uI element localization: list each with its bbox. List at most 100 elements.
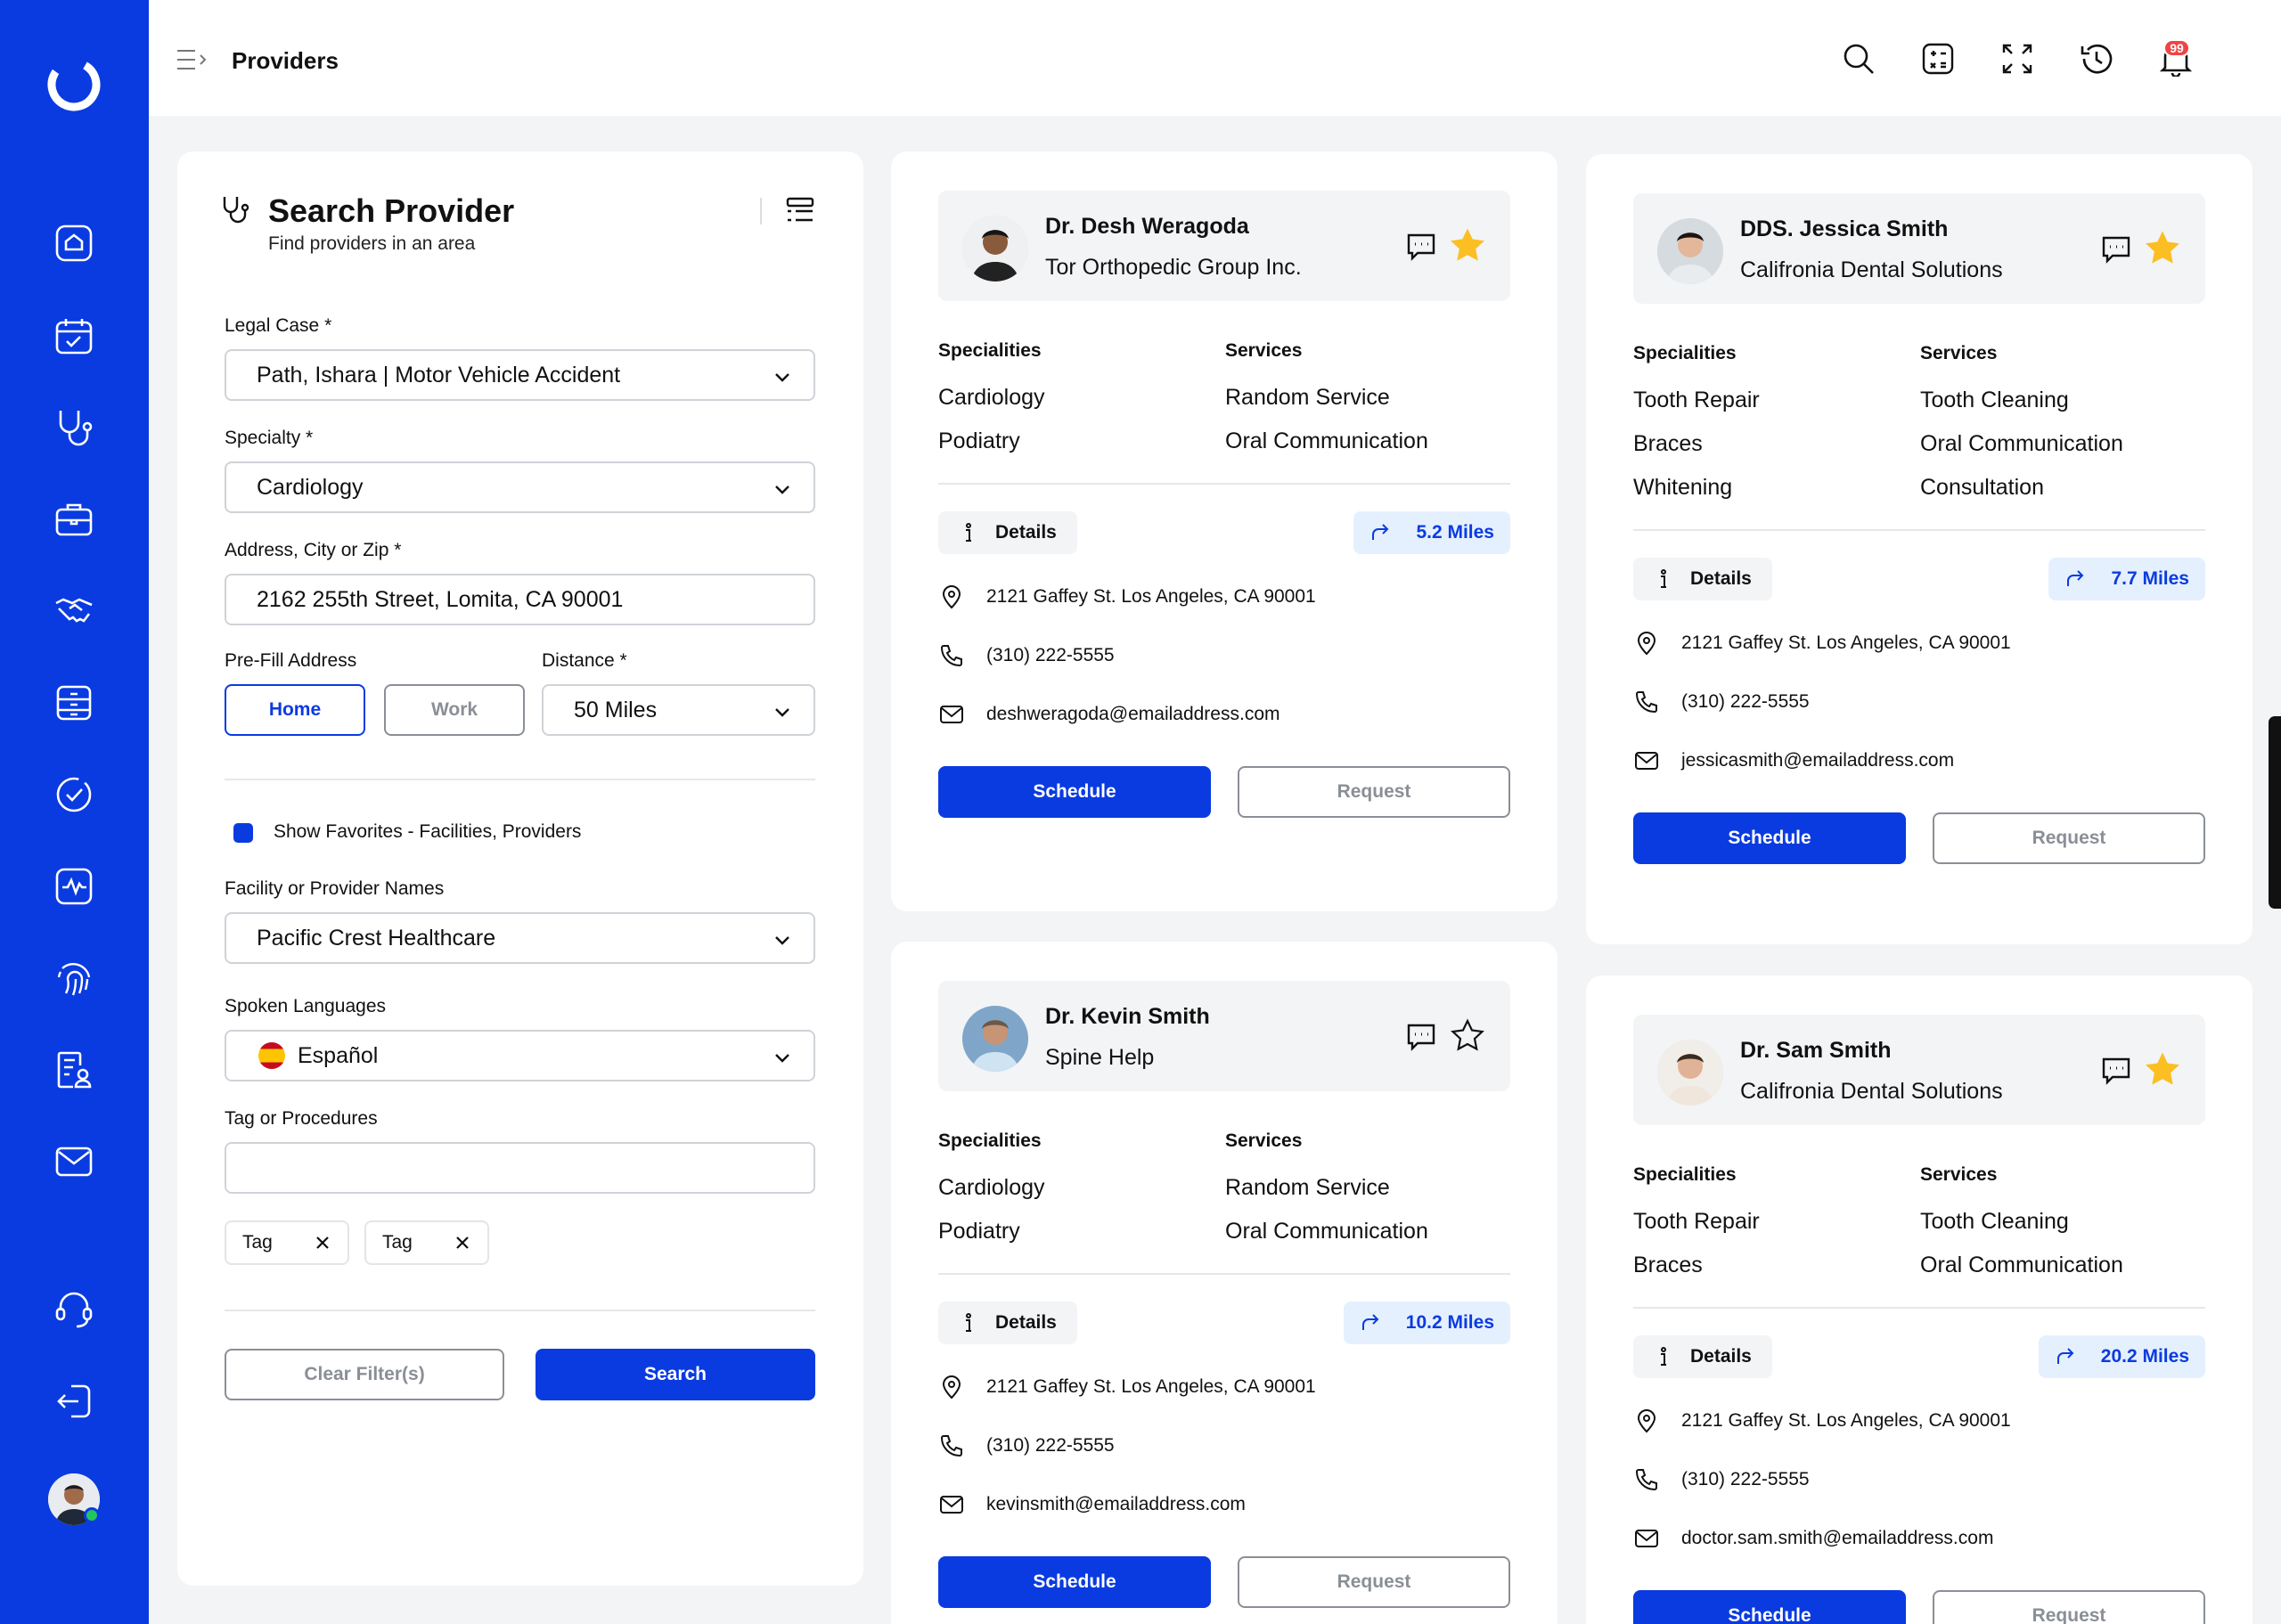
scrollbar-thumb[interactable] bbox=[2269, 716, 2281, 909]
speciality-item: Braces bbox=[1633, 431, 1703, 456]
service-item: Tooth Cleaning bbox=[1920, 388, 2069, 412]
tag-chip: Tag bbox=[364, 1220, 489, 1265]
phone-row: (310) 222-5555 bbox=[938, 640, 1115, 672]
languages-label: Spoken Languages bbox=[225, 996, 386, 1016]
phone-icon bbox=[1635, 1469, 1657, 1491]
close-icon[interactable] bbox=[455, 1236, 470, 1250]
distance-badge[interactable]: 5.2 Miles bbox=[1353, 511, 1510, 554]
service-item: Oral Communication bbox=[1225, 428, 1428, 453]
provider-organization: Califronia Dental Solutions bbox=[1740, 257, 2003, 282]
divider bbox=[938, 1273, 1510, 1275]
close-icon[interactable] bbox=[315, 1236, 330, 1250]
nav-document-user-icon[interactable] bbox=[52, 1048, 96, 1092]
favorites-checkbox[interactable] bbox=[233, 823, 253, 843]
facility-select[interactable]: Pacific Crest Healthcare bbox=[225, 912, 815, 964]
nav-headset-icon[interactable] bbox=[52, 1287, 96, 1332]
nav-home-icon[interactable] bbox=[52, 221, 96, 265]
distance-badge[interactable]: 7.7 Miles bbox=[2048, 558, 2205, 600]
service-item: Tooth Cleaning bbox=[1920, 1209, 2069, 1234]
details-button[interactable]: Details bbox=[938, 511, 1077, 554]
nav-logout-icon[interactable] bbox=[52, 1379, 96, 1424]
app-logo[interactable] bbox=[45, 55, 103, 114]
details-button[interactable]: Details bbox=[1633, 558, 1772, 600]
phone-text: (310) 222-5555 bbox=[1681, 691, 1810, 712]
request-button[interactable]: Request bbox=[1933, 812, 2205, 864]
request-button[interactable]: Request bbox=[1238, 766, 1510, 818]
nav-activity-icon[interactable] bbox=[52, 864, 96, 909]
star-icon[interactable] bbox=[1451, 1018, 1484, 1052]
clear-filters-button[interactable]: Clear Filter(s) bbox=[225, 1349, 504, 1400]
service-item: Oral Communication bbox=[1920, 1253, 2123, 1277]
provider-photo bbox=[1657, 1040, 1723, 1106]
provider-header: Dr. Kevin Smith Spine Help bbox=[938, 981, 1510, 1091]
divider bbox=[938, 483, 1510, 485]
service-item: Consultation bbox=[1920, 475, 2044, 500]
menu-toggle-icon[interactable] bbox=[176, 46, 208, 73]
nav-archive-icon[interactable] bbox=[52, 681, 96, 725]
services-heading: Services bbox=[1225, 340, 1303, 361]
nav-handshake-icon[interactable] bbox=[52, 589, 96, 633]
address-value: 2162 255th Street, Lomita, CA 90001 bbox=[257, 586, 624, 612]
directions-icon bbox=[2067, 570, 2084, 586]
schedule-button[interactable]: Schedule bbox=[1633, 812, 1906, 864]
legal-case-select[interactable]: Path, Ishara | Motor Vehicle Accident bbox=[225, 349, 815, 401]
email-text: kevinsmith@emailaddress.com bbox=[986, 1494, 1246, 1514]
nav-fingerprint-icon[interactable] bbox=[52, 956, 96, 1000]
chat-icon[interactable] bbox=[1405, 230, 1437, 262]
info-icon bbox=[1661, 1347, 1666, 1366]
star-icon[interactable] bbox=[1451, 228, 1484, 262]
star-icon[interactable] bbox=[2146, 1052, 2179, 1086]
chat-icon[interactable] bbox=[2100, 233, 2132, 265]
specialities-heading: Specialities bbox=[1633, 343, 1737, 363]
details-button[interactable]: Details bbox=[938, 1302, 1077, 1344]
calculator-icon[interactable] bbox=[1918, 39, 1958, 78]
work-address-button[interactable]: Work bbox=[384, 684, 525, 736]
location-pin-icon bbox=[1637, 632, 1656, 656]
nav-check-circle-icon[interactable] bbox=[52, 772, 96, 817]
distance-value: 10.2 Miles bbox=[1405, 1312, 1494, 1333]
chat-icon[interactable] bbox=[1405, 1020, 1437, 1052]
request-button[interactable]: Request bbox=[1238, 1556, 1510, 1608]
panel-title: Search Provider bbox=[268, 192, 515, 229]
fullscreen-icon[interactable] bbox=[1998, 39, 2037, 78]
search-button[interactable]: Search bbox=[536, 1349, 815, 1400]
provider-avatar bbox=[962, 216, 1028, 282]
nav-briefcase-icon[interactable] bbox=[52, 497, 96, 542]
phone-row: (310) 222-5555 bbox=[1633, 1464, 1810, 1496]
details-label: Details bbox=[1690, 1346, 1752, 1367]
address-input[interactable]: 2162 255th Street, Lomita, CA 90001 bbox=[225, 574, 815, 625]
nav-stethoscope-icon[interactable] bbox=[52, 405, 96, 450]
request-button[interactable]: Request bbox=[1933, 1590, 2205, 1624]
tags-label: Tag or Procedures bbox=[225, 1108, 378, 1129]
schedule-button[interactable]: Schedule bbox=[938, 766, 1211, 818]
address-text: 2121 Gaffey St. Los Angeles, CA 90001 bbox=[986, 1376, 1316, 1397]
specialty-value: Cardiology bbox=[257, 474, 364, 500]
tags-input[interactable] bbox=[225, 1142, 815, 1194]
search-icon[interactable] bbox=[1839, 39, 1878, 78]
location-pin-icon bbox=[942, 1375, 961, 1400]
nav-mail-icon[interactable] bbox=[52, 1139, 96, 1184]
schedule-button[interactable]: Schedule bbox=[1633, 1590, 1906, 1624]
provider-avatar bbox=[1657, 1040, 1723, 1106]
provider-header: DDS. Jessica Smith Califronia Dental Sol… bbox=[1633, 193, 2205, 304]
chat-icon[interactable] bbox=[2100, 1054, 2132, 1086]
details-button[interactable]: Details bbox=[1633, 1335, 1772, 1378]
specialities-heading: Specialities bbox=[938, 340, 1042, 361]
info-icon bbox=[966, 523, 971, 542]
distance-badge[interactable]: 10.2 Miles bbox=[1343, 1302, 1510, 1344]
provider-name: DDS. Jessica Smith bbox=[1740, 216, 1949, 241]
home-address-button[interactable]: Home bbox=[225, 684, 365, 736]
language-select[interactable]: Español bbox=[225, 1030, 815, 1081]
distance-select[interactable]: 50 Miles bbox=[542, 684, 815, 736]
list-view-icon[interactable] bbox=[785, 196, 815, 226]
address-label: Address, City or Zip * bbox=[225, 540, 402, 560]
distance-badge[interactable]: 20.2 Miles bbox=[2038, 1335, 2205, 1378]
history-icon[interactable] bbox=[2077, 39, 2116, 78]
address-row: 2121 Gaffey St. Los Angeles, CA 90001 bbox=[1633, 627, 2011, 659]
mail-icon bbox=[1635, 1530, 1658, 1547]
phone-text: (310) 222-5555 bbox=[986, 1435, 1115, 1456]
star-icon[interactable] bbox=[2146, 231, 2179, 265]
specialty-select[interactable]: Cardiology bbox=[225, 461, 815, 513]
nav-calendar-check-icon[interactable] bbox=[52, 314, 96, 358]
schedule-button[interactable]: Schedule bbox=[938, 1556, 1211, 1608]
